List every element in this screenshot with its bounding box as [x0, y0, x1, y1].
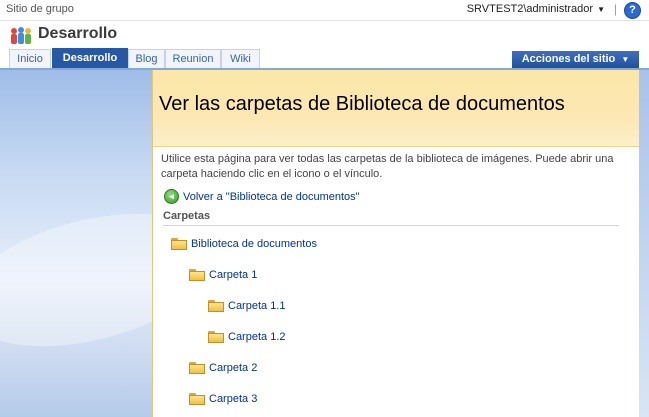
left-navigation: [0, 70, 231, 417]
folder-label[interactable]: Carpeta 1: [209, 269, 257, 281]
back-link[interactable]: ◂ Volver a "Biblioteca de documentos": [164, 189, 360, 204]
folder-icon[interactable]: [189, 393, 205, 405]
folder-label[interactable]: Biblioteca de documentos: [191, 238, 317, 250]
folder-icon[interactable]: [208, 300, 224, 312]
back-link-label[interactable]: Volver a "Biblioteca de documentos": [183, 191, 360, 203]
top-bar: Sitio de grupo SRVTEST2\administrador ▼ …: [0, 0, 649, 21]
folder-icon[interactable]: [189, 362, 205, 374]
site-name-link[interactable]: Sitio de grupo: [6, 3, 74, 15]
right-margin: [638, 70, 649, 417]
top-nav: Inicio Desarrollo Blog Reunion Wiki Acci…: [0, 48, 649, 70]
user-menu[interactable]: SRVTEST2\administrador ▼: [467, 3, 605, 15]
separator: |: [613, 2, 617, 16]
people-icon: [11, 27, 31, 44]
folder-item[interactable]: Carpeta 1.2: [208, 331, 285, 343]
folder-label[interactable]: Carpeta 1.2: [228, 331, 285, 343]
chevron-down-icon: ▼: [621, 55, 630, 64]
chevron-down-icon[interactable]: ▼: [597, 5, 605, 14]
section-heading: Carpetas: [163, 210, 619, 226]
site-actions-menu[interactable]: Acciones del sitio ▼: [512, 51, 639, 68]
folder-label[interactable]: Carpeta 1.1: [228, 300, 285, 312]
site-title[interactable]: Desarrollo: [38, 25, 117, 43]
site-title-row: Desarrollo: [0, 21, 649, 49]
folder-icon[interactable]: [208, 331, 224, 343]
site-actions-label: Acciones del sitio: [521, 53, 616, 65]
tab-blog[interactable]: Blog: [128, 49, 165, 68]
tab-wiki[interactable]: Wiki: [221, 49, 260, 68]
back-arrow-icon[interactable]: ◂: [164, 189, 179, 204]
folder-label[interactable]: Carpeta 3: [209, 393, 257, 405]
page-description: Utilice esta página para ver todas las c…: [161, 153, 614, 180]
folder-item[interactable]: Biblioteca de documentos: [171, 238, 317, 250]
tab-reunion[interactable]: Reunion: [165, 49, 221, 68]
page-title-band: Ver las carpetas de Biblioteca de docume…: [153, 70, 639, 147]
page-title: Ver las carpetas de Biblioteca de docume…: [159, 93, 565, 115]
folder-item[interactable]: Carpeta 1: [189, 269, 257, 281]
folder-item[interactable]: Carpeta 3: [189, 393, 257, 405]
folder-icon[interactable]: [171, 238, 187, 250]
main-content: Ver las carpetas de Biblioteca de docume…: [152, 70, 639, 417]
folder-item[interactable]: Carpeta 2: [189, 362, 257, 374]
user-name[interactable]: SRVTEST2\administrador: [467, 3, 593, 15]
tab-inicio[interactable]: Inicio: [9, 49, 51, 68]
folder-item[interactable]: Carpeta 1.1: [208, 300, 285, 312]
tab-desarrollo[interactable]: Desarrollo: [52, 48, 128, 69]
folder-icon[interactable]: [189, 269, 205, 281]
folder-label[interactable]: Carpeta 2: [209, 362, 257, 374]
help-icon[interactable]: ?: [624, 2, 641, 19]
